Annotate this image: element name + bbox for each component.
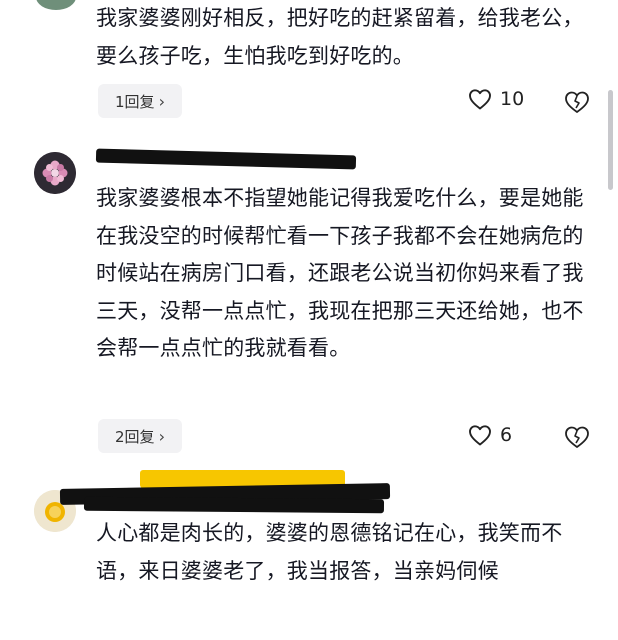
- redaction-bar: [83, 496, 385, 514]
- redaction-bar: [95, 148, 357, 170]
- avatar[interactable]: [36, 0, 76, 10]
- like-count: 6: [500, 424, 513, 446]
- comment-text-1: 我家婆婆刚好相反，把好吃的赶紧留着，给我老公，要么孩子吃，生怕我吃到好吃的。: [96, 6, 584, 68]
- reply-button-1[interactable]: 1回复 ›: [98, 84, 182, 118]
- heart-outline-icon: [469, 425, 491, 446]
- chevron-right-icon: ›: [158, 91, 165, 111]
- scrollbar-thumb[interactable]: [608, 90, 613, 190]
- comment-text-3: 人心都是肉长的，婆婆的恩德铭记在心，我笑而不语，来日婆婆老了，我当报答，当亲妈伺…: [96, 521, 563, 583]
- reply-label: 1回复: [115, 92, 155, 111]
- reply-button-2[interactable]: 2回复 ›: [98, 419, 182, 453]
- avatar[interactable]: [34, 152, 76, 194]
- like-button-2[interactable]: 6: [468, 424, 512, 446]
- like-count: 10: [500, 88, 525, 110]
- heart-outline-icon: [469, 89, 491, 110]
- like-button-1[interactable]: 10: [468, 88, 524, 110]
- broken-heart-icon[interactable]: [563, 423, 591, 451]
- flower-avatar-image: [34, 152, 76, 194]
- chevron-right-icon: ›: [158, 426, 165, 446]
- broken-heart-icon[interactable]: [563, 88, 591, 116]
- comment-text-2: 我家婆婆根本不指望她能记得我爱吃什么，要是她能在我没空的时候帮忙看一下孩子我都不…: [96, 186, 584, 360]
- reply-label: 2回复: [115, 427, 155, 446]
